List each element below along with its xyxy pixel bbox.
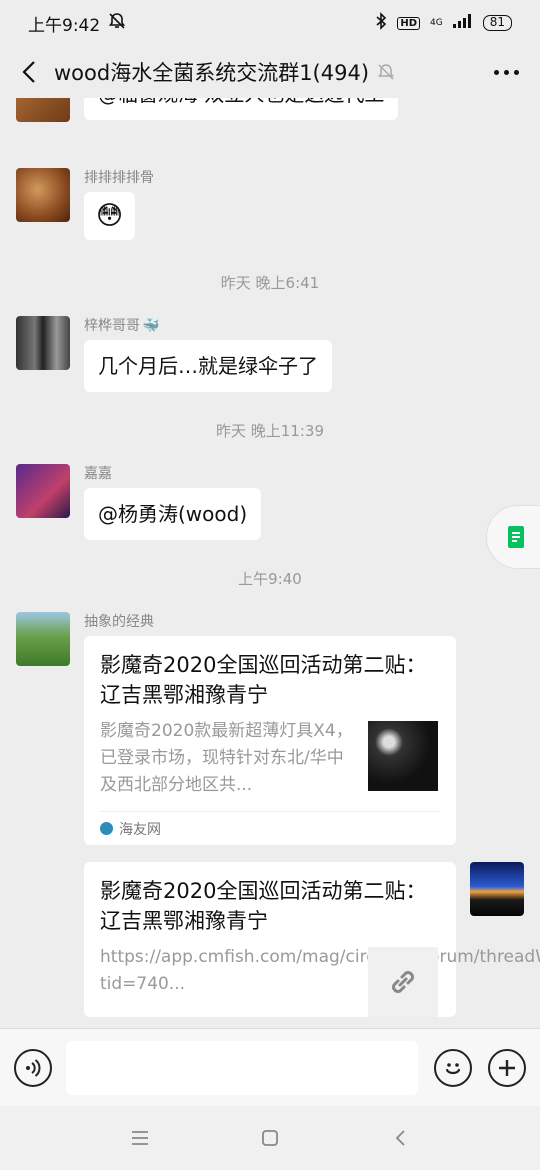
whale-emoji: 🐳 <box>142 318 160 334</box>
emoji-button[interactable] <box>434 1048 472 1087</box>
avatar[interactable] <box>16 612 70 666</box>
signal-icon <box>452 14 473 32</box>
avatar[interactable] <box>16 464 70 518</box>
chat-message-list[interactable]: @临窗观海 双立人也是这边代工 排排排排骨 😳 昨天 晚上6:41 梓桦哥哥 🐳… <box>0 98 540 1028</box>
message-item: 抽象的经典 影魔奇2020全国巡回活动第二贴：辽吉黑鄂湘豫青宁 影魔奇2020款… <box>16 612 456 845</box>
card-title: 影魔奇2020全国巡回活动第二贴：辽吉黑鄂湘豫青宁 <box>100 879 427 933</box>
chat-title: wood海水全菌系统交流群1(494) <box>54 61 370 85</box>
hd-badge: HD <box>397 16 421 30</box>
back-nav-button[interactable] <box>380 1118 420 1158</box>
message-timestamp: 上午9:40 <box>238 570 302 588</box>
chevron-left-icon <box>22 61 35 83</box>
menu-nav-button[interactable] <box>120 1118 160 1158</box>
message-item: @临窗观海 双立人也是这边代工 <box>16 98 399 122</box>
card-source: 海友网 <box>100 811 440 845</box>
card-thumbnail <box>368 721 438 791</box>
network-type: 4G <box>430 17 443 28</box>
message-timestamp: 昨天 晚上6:41 <box>220 274 320 292</box>
home-nav-button[interactable] <box>250 1118 290 1158</box>
sender-name: 排排排排骨 <box>84 170 154 186</box>
home-square-icon <box>262 1130 278 1146</box>
back-triangle-icon <box>395 1130 405 1146</box>
card-source-name: 海友网 <box>119 821 161 838</box>
sender-name: 梓桦哥哥 🐳 <box>84 316 332 336</box>
chat-input-bar <box>0 1028 540 1106</box>
message-item: 梓桦哥哥 🐳 几个月后…就是绿伞子了 <box>16 316 332 392</box>
note-icon <box>508 526 524 548</box>
avatar[interactable] <box>16 316 70 370</box>
source-logo-icon <box>100 822 113 835</box>
menu-icon <box>132 1131 148 1145</box>
battery-level: 81 <box>482 15 512 31</box>
message-input[interactable] <box>66 1040 418 1095</box>
status-time-group: 上午9:42 <box>28 11 126 36</box>
bluetooth-icon <box>375 12 387 34</box>
more-options-button[interactable] <box>486 52 526 92</box>
sender-name-text: 梓桦哥哥 <box>84 318 140 334</box>
back-button[interactable] <box>14 52 44 92</box>
message-bubble[interactable]: @杨勇涛(wood) <box>84 488 262 540</box>
smiley-icon <box>445 1062 461 1074</box>
message-item: 嘉嘉 @杨勇涛(wood) <box>16 464 262 540</box>
link-card[interactable]: 影魔奇2020全国巡回活动第二贴：辽吉黑鄂湘豫青宁 影魔奇2020款最新超薄灯具… <box>84 636 456 845</box>
card-title: 影魔奇2020全国巡回活动第二贴：辽吉黑鄂湘豫青宁 <box>100 653 427 707</box>
avatar[interactable] <box>16 168 70 222</box>
chat-header: wood海水全菌系统交流群1(494) <box>0 46 540 98</box>
plus-icon <box>499 1059 515 1076</box>
more-actions-button[interactable] <box>488 1048 526 1087</box>
card-description: 影魔奇2020款最新超薄灯具X4，已登录市场，现特针对东北/华中及西北部分地区共… <box>100 721 353 795</box>
message-item: 排排排排骨 😳 <box>16 168 154 240</box>
message-item-self: 影魔奇2020全国巡回活动第二贴：辽吉黑鄂湘豫青宁 https://app.cm… <box>84 862 540 1017</box>
sender-name: 抽象的经典 <box>84 614 154 630</box>
message-bubble[interactable]: 几个月后…就是绿伞子了 <box>84 340 332 392</box>
system-nav-bar <box>0 1106 540 1170</box>
status-indicators: HD 4G 81 <box>375 12 512 34</box>
mute-bell-icon <box>377 63 395 81</box>
sender-name: 嘉嘉 <box>84 466 112 482</box>
link-card[interactable]: 影魔奇2020全国巡回活动第二贴：辽吉黑鄂湘豫青宁 https://app.cm… <box>84 862 540 1017</box>
status-time: 上午9:42 <box>28 15 101 36</box>
card-url: https://app.cmfish.com/mag/circle/v1/for… <box>100 947 540 994</box>
status-bar: 上午9:42 HD 4G 81 <box>0 0 540 46</box>
self-avatar[interactable] <box>470 862 524 916</box>
avatar[interactable] <box>16 98 70 122</box>
link-icon <box>368 947 438 1017</box>
message-timestamp: 昨天 晚上11:39 <box>216 422 324 440</box>
voice-button[interactable] <box>14 1048 52 1087</box>
dnd-bell-icon <box>108 12 126 35</box>
emoji-bubble[interactable]: 😳 <box>84 192 136 240</box>
message-bubble[interactable]: @临窗观海 双立人也是这边代工 <box>84 98 399 120</box>
voice-icon <box>26 1058 41 1077</box>
